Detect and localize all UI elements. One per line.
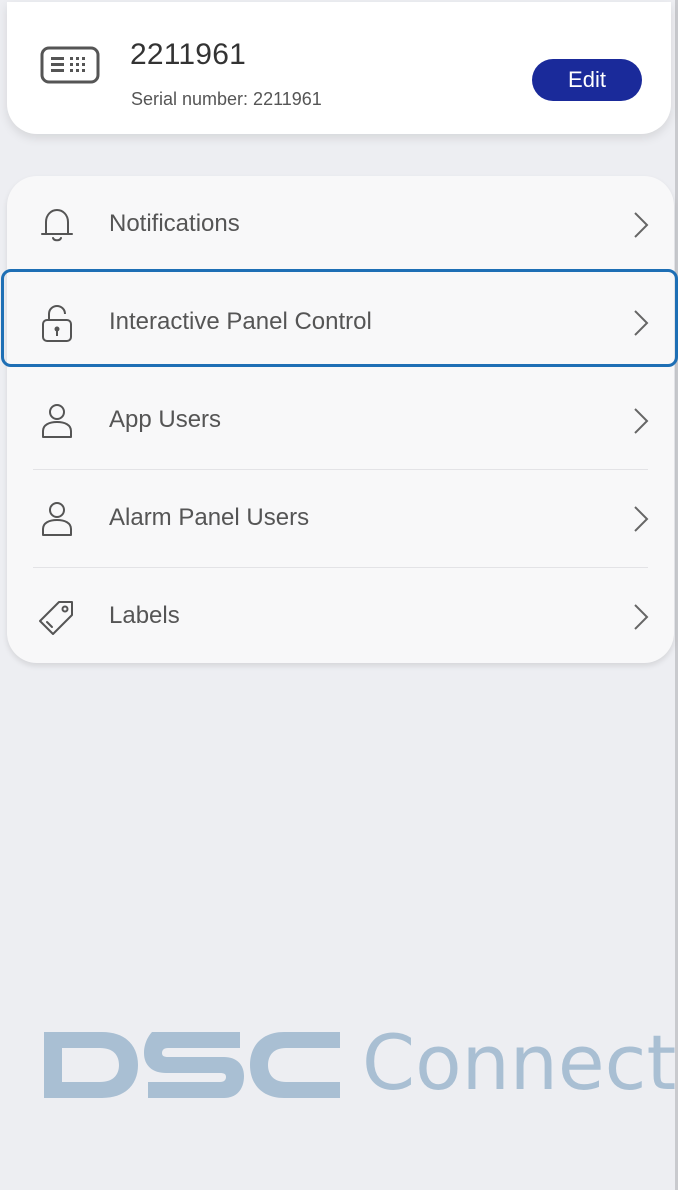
menu-item-label: App Users bbox=[109, 406, 222, 433]
chevron-right-icon bbox=[634, 212, 649, 238]
settings-menu: Notifications Interactive Panel Control … bbox=[1, 176, 678, 666]
chevron-right-icon bbox=[634, 506, 649, 532]
chevron-right-icon bbox=[634, 408, 649, 434]
menu-item-interactive-panel-control[interactable]: Interactive Panel Control bbox=[1, 269, 678, 372]
menu-item-label: Notifications bbox=[109, 210, 240, 237]
logo-product-name: Connect bbox=[362, 1018, 677, 1107]
bell-icon bbox=[41, 208, 73, 242]
menu-item-label: Alarm Panel Users bbox=[109, 504, 310, 531]
menu-item-label: Labels bbox=[109, 602, 180, 629]
dsc-logo-mark bbox=[44, 1032, 340, 1098]
device-name: 2211961 bbox=[130, 38, 246, 71]
menu-item-label: Interactive Panel Control bbox=[109, 308, 372, 335]
keypad-icon bbox=[40, 46, 100, 84]
menu-item-labels[interactable]: Labels bbox=[7, 568, 674, 666]
tag-icon bbox=[39, 601, 73, 635]
serial-number: Serial number: 2211961 bbox=[131, 89, 322, 109]
chevron-right-icon bbox=[634, 604, 649, 630]
edit-button[interactable]: Edit bbox=[532, 59, 642, 101]
chevron-right-icon bbox=[634, 310, 649, 336]
dsc-connect-logo: Connect bbox=[44, 1020, 676, 1106]
menu-item-notifications[interactable]: Notifications bbox=[7, 176, 674, 274]
unlocked-padlock-icon bbox=[42, 304, 72, 342]
device-header-card: 2211961 Serial number: 2211961 Edit bbox=[7, 2, 671, 134]
user-icon bbox=[42, 404, 72, 438]
user-icon bbox=[42, 502, 72, 536]
menu-item-alarm-panel-users[interactable]: Alarm Panel Users bbox=[7, 470, 674, 568]
menu-item-app-users[interactable]: App Users bbox=[7, 372, 674, 470]
